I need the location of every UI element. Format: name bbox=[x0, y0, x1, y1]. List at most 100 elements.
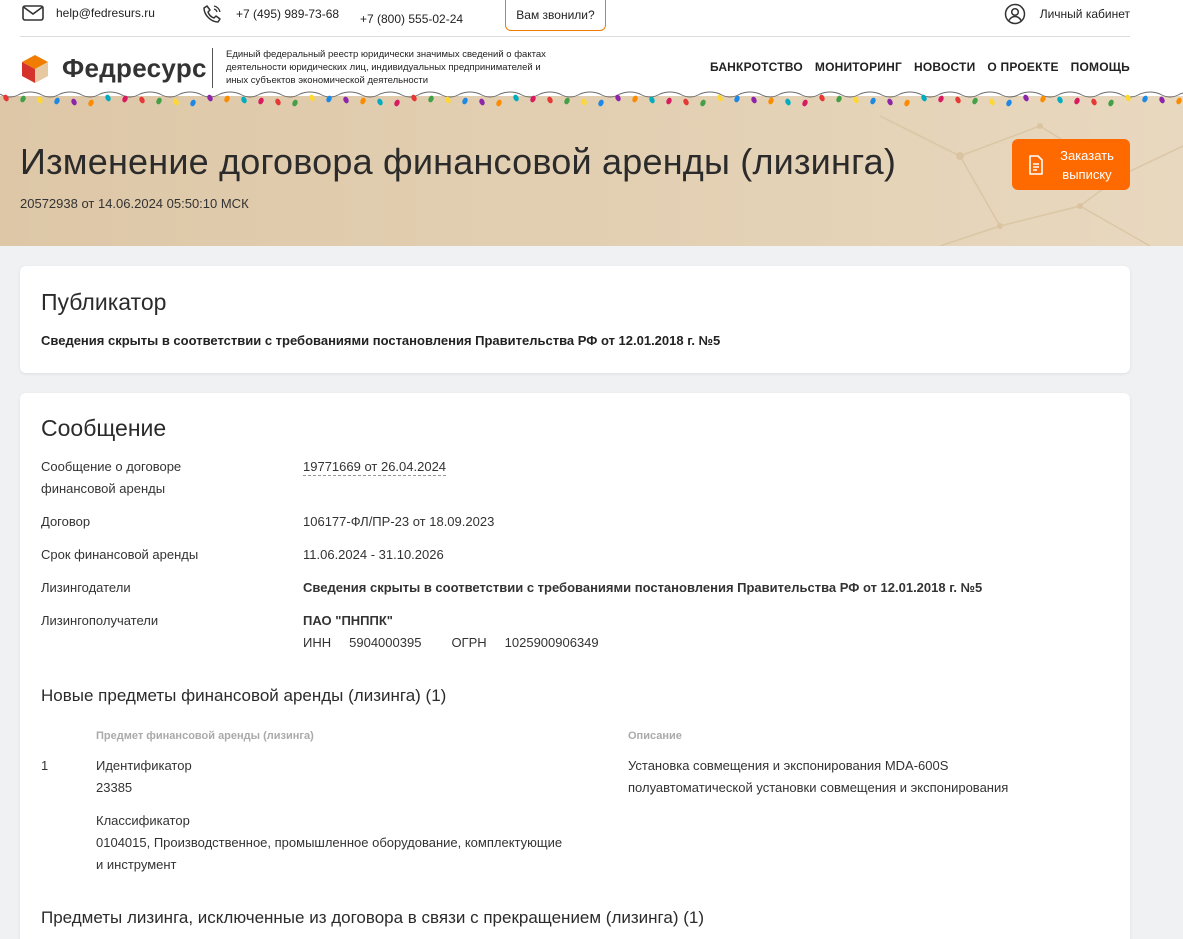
col-header-subject: Предмет финансовой аренды (лизинга) bbox=[96, 730, 314, 742]
garland-bulb bbox=[394, 99, 400, 107]
garland-bulb bbox=[972, 97, 978, 105]
phone-text-2: +7 (800) 555-02-24 bbox=[360, 12, 464, 26]
garland-bulb bbox=[598, 99, 604, 107]
publisher-hidden-note: Сведения скрыты в соответствии с требова… bbox=[41, 333, 721, 348]
garland-bulb bbox=[1176, 97, 1182, 105]
garland-bulb bbox=[377, 98, 383, 106]
garland-bulb bbox=[700, 99, 706, 107]
garland-bulb bbox=[428, 95, 434, 103]
lease-message-link[interactable]: 19771669 от 26.04.2024 bbox=[303, 459, 447, 476]
ogrn-value: 1025900906349 bbox=[504, 635, 599, 650]
garland-bulb bbox=[904, 99, 910, 107]
inn-label: ИНН bbox=[303, 635, 332, 650]
garland-bulb bbox=[3, 94, 9, 102]
garland-bulb bbox=[683, 98, 689, 106]
garland-bulb bbox=[292, 99, 298, 107]
garland-bulb bbox=[819, 94, 825, 102]
garland-wire bbox=[0, 91, 1183, 98]
message-title: Сообщение bbox=[41, 415, 167, 441]
fedresurs-logo-icon bbox=[22, 54, 48, 83]
garland-bulb bbox=[666, 97, 672, 105]
garland-bulb bbox=[887, 98, 893, 106]
garland-bulb bbox=[836, 95, 842, 103]
message-card: Сообщение Сообщение о договоре финансово… bbox=[20, 393, 1130, 939]
garland-bulb bbox=[1074, 97, 1080, 105]
message-id-date: 20572938 от 14.06.2024 05:50:10 МСК bbox=[20, 196, 249, 211]
nav-item-help[interactable]: ПОМОЩЬ bbox=[1071, 60, 1130, 74]
garland-bulb bbox=[173, 98, 179, 106]
phone-link-2[interactable]: +7 (800) 555-02-24 bbox=[360, 12, 463, 26]
lessee-name[interactable]: ПАО "ПНППК" bbox=[303, 610, 1103, 632]
order-extract-button[interactable]: Заказать выписку bbox=[1012, 139, 1130, 190]
garland-bulb bbox=[156, 97, 162, 105]
garland-bulb bbox=[122, 95, 128, 103]
garland-bulb bbox=[1159, 96, 1165, 104]
garland-bulb bbox=[105, 94, 111, 102]
nav-item-news[interactable]: НОВОСТИ bbox=[914, 60, 975, 74]
garland-bulb bbox=[870, 97, 876, 105]
publisher-card: Публикатор Сведения скрыты в соответстви… bbox=[20, 266, 1130, 373]
nav-item-bankruptcy[interactable]: БАНКРОТСТВО bbox=[710, 60, 803, 74]
email-link[interactable]: help@fedresurs.ru bbox=[22, 4, 155, 22]
user-icon bbox=[1004, 3, 1025, 25]
garland-bulb bbox=[785, 98, 791, 106]
garland-bulb bbox=[190, 99, 196, 107]
garland-bulb bbox=[802, 99, 808, 107]
new-items-title: Новые предметы финансовой аренды (лизинг… bbox=[41, 686, 447, 705]
document-icon bbox=[1029, 154, 1043, 175]
garland-bulb bbox=[989, 98, 995, 106]
page-hero: Изменение договора финансовой аренды (ли… bbox=[0, 96, 1183, 246]
item-class-value-line1: 0104015, Производственное, промышленное … bbox=[96, 835, 563, 850]
top-bar: help@fedresurs.ru +7 (495) 989-73-68 +7 … bbox=[0, 0, 1183, 38]
garland-bulb bbox=[275, 98, 281, 106]
phone-link-1[interactable]: +7 (495) 989-73-68 bbox=[202, 4, 339, 24]
phone-icon bbox=[203, 5, 221, 23]
item-class-value-line2: и инструмент bbox=[96, 857, 177, 872]
garland-bulb bbox=[1006, 99, 1012, 107]
email-text: help@fedresurs.ru bbox=[56, 6, 155, 20]
garland-bulb bbox=[224, 95, 230, 103]
item-description-line2: полуавтоматической установки совмещения … bbox=[628, 780, 1009, 795]
item-description-line1: Установка совмещения и экспонирования MD… bbox=[628, 758, 949, 773]
garland-bulb bbox=[1108, 99, 1114, 107]
page-title: Изменение договора финансовой аренды (ли… bbox=[20, 141, 897, 182]
item-id-value: 23385 bbox=[96, 780, 133, 795]
garland-bulb bbox=[37, 96, 43, 104]
garland-bulb bbox=[751, 96, 757, 104]
excluded-items-title: Предметы лизинга, исключенные из договор… bbox=[41, 908, 704, 927]
called-button[interactable]: Вам звонили? bbox=[505, 0, 606, 31]
garland-bulb bbox=[54, 97, 60, 105]
row-label: Срок финансовой аренды bbox=[41, 547, 199, 562]
garland-bulb bbox=[479, 98, 485, 106]
inn-value: 5904000395 bbox=[349, 635, 422, 650]
cabinet-text: Личный кабинет bbox=[1039, 7, 1130, 21]
order-extract-label: Заказать выписку bbox=[1060, 147, 1114, 182]
main-nav: БАНКРОТСТВО МОНИТОРИНГ НОВОСТИ О ПРОЕКТЕ… bbox=[710, 60, 1130, 74]
nav-item-about[interactable]: О ПРОЕКТЕ bbox=[987, 60, 1058, 74]
logo-text: Федресурс bbox=[62, 53, 207, 83]
nav-item-monitoring[interactable]: МОНИТОРИНГ bbox=[815, 60, 902, 74]
item-class-label: Классификатор bbox=[96, 813, 190, 828]
logo-divider bbox=[212, 48, 213, 88]
garland-bulb bbox=[309, 94, 315, 102]
garland-bulb bbox=[139, 96, 145, 104]
garland-bulb bbox=[326, 95, 332, 103]
garland-bulb bbox=[258, 97, 264, 105]
mail-icon bbox=[22, 5, 44, 21]
row-label: Лизингодатели bbox=[41, 580, 131, 595]
garland-bulb bbox=[207, 94, 213, 102]
lessee-identifiers: ИНН 5904000395 ОГРН 1025900906349 bbox=[303, 632, 1103, 654]
garland-bulb bbox=[938, 95, 944, 103]
personal-cabinet-link[interactable]: Личный кабинет bbox=[1004, 3, 1130, 25]
garland-bulb bbox=[20, 95, 26, 103]
garland-bulb bbox=[615, 94, 621, 102]
garland-decoration bbox=[0, 91, 1183, 107]
garland-bulb bbox=[462, 97, 468, 105]
site-tagline: Единый федеральный реестр юридически зна… bbox=[226, 49, 546, 86]
garland-bulb bbox=[1142, 95, 1148, 103]
site-logo[interactable]: Федресурс bbox=[20, 53, 207, 84]
row-value: Сведения скрыты в соответствии с требова… bbox=[303, 580, 983, 595]
garland-bulb bbox=[1023, 94, 1029, 102]
item-id-label: Идентификатор bbox=[96, 758, 192, 773]
garland-bulb bbox=[564, 97, 570, 105]
